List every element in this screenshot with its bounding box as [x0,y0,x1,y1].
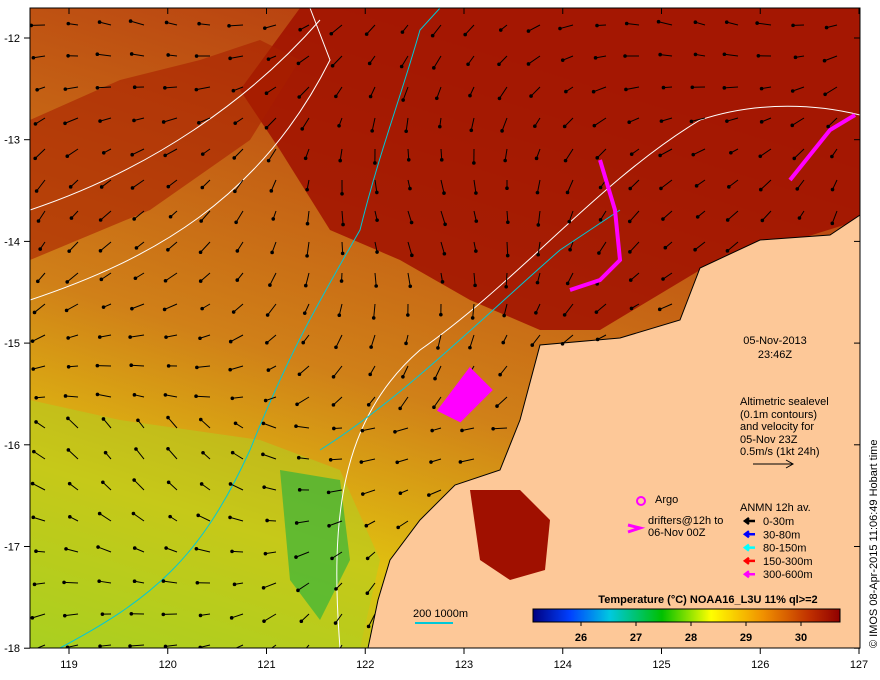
lon-label: 120 [159,659,177,671]
lat-label: -14 [4,236,20,248]
svg-text:Altimetric sealevel: Altimetric sealevel [740,396,829,408]
colorbar-tick-label: 26 [575,632,587,644]
drifters-label: drifters@12h to [648,515,723,527]
lon-label: 122 [356,659,374,671]
lon-label: 119 [60,659,78,671]
colorbar [532,608,841,623]
svg-text:(0.1m contours): (0.1m contours) [740,409,817,421]
anmn-legend-label: 0-30m [763,516,794,528]
colorbar-tick-label: 27 [630,632,642,644]
lon-label: 127 [850,659,868,671]
colorbar-tick-label: 30 [795,632,807,644]
copyright: © IMOS 08-Apr-2015 11:06:49 Hobart time [868,440,880,648]
svg-text:05-Nov 23Z: 05-Nov 23Z [740,434,798,446]
lon-label: 121 [257,659,275,671]
svg-text:0.5m/s (1kt 24h): 0.5m/s (1kt 24h) [740,446,819,458]
lon-label: 124 [554,659,572,671]
lat-label: -13 [4,135,20,147]
lon-label: 125 [652,659,670,671]
colorbar-tick-label: 28 [685,632,697,644]
lat-label: -15 [4,338,20,350]
map-area [30,8,860,648]
lat-label: -17 [4,542,20,554]
lat-label: -12 [4,33,20,45]
anmn-legend-label: 300-600m [763,569,813,581]
anmn-legend-label: 80-150m [763,543,806,555]
argo-label: Argo [655,494,678,506]
lon-label: 123 [455,659,473,671]
colorbar-title: Temperature (°C) NOAA16_L3U 11% ql>=2 [598,594,817,606]
lon-label: 126 [751,659,769,671]
anmn-legend-label: 150-300m [763,556,813,568]
anmn-title: ANMN 12h av. [740,502,811,514]
drifters-label: 06-Nov 00Z [648,527,706,539]
bathy-label: 200 1000m [413,608,468,620]
map-date: 05-Nov-2013 [743,335,807,347]
lat-label: -16 [4,440,20,452]
colorbar-tick-label: 29 [740,632,752,644]
anmn-legend-label: 30-80m [763,529,800,541]
lat-label: -18 [4,643,20,655]
svg-text:and velocity for: and velocity for [740,421,814,433]
sst-map: 119 120 121 122 123 124 125 126 127 -12 -13 -14 -15 -… [4,7,880,671]
map-time: 23:46Z [758,349,793,361]
